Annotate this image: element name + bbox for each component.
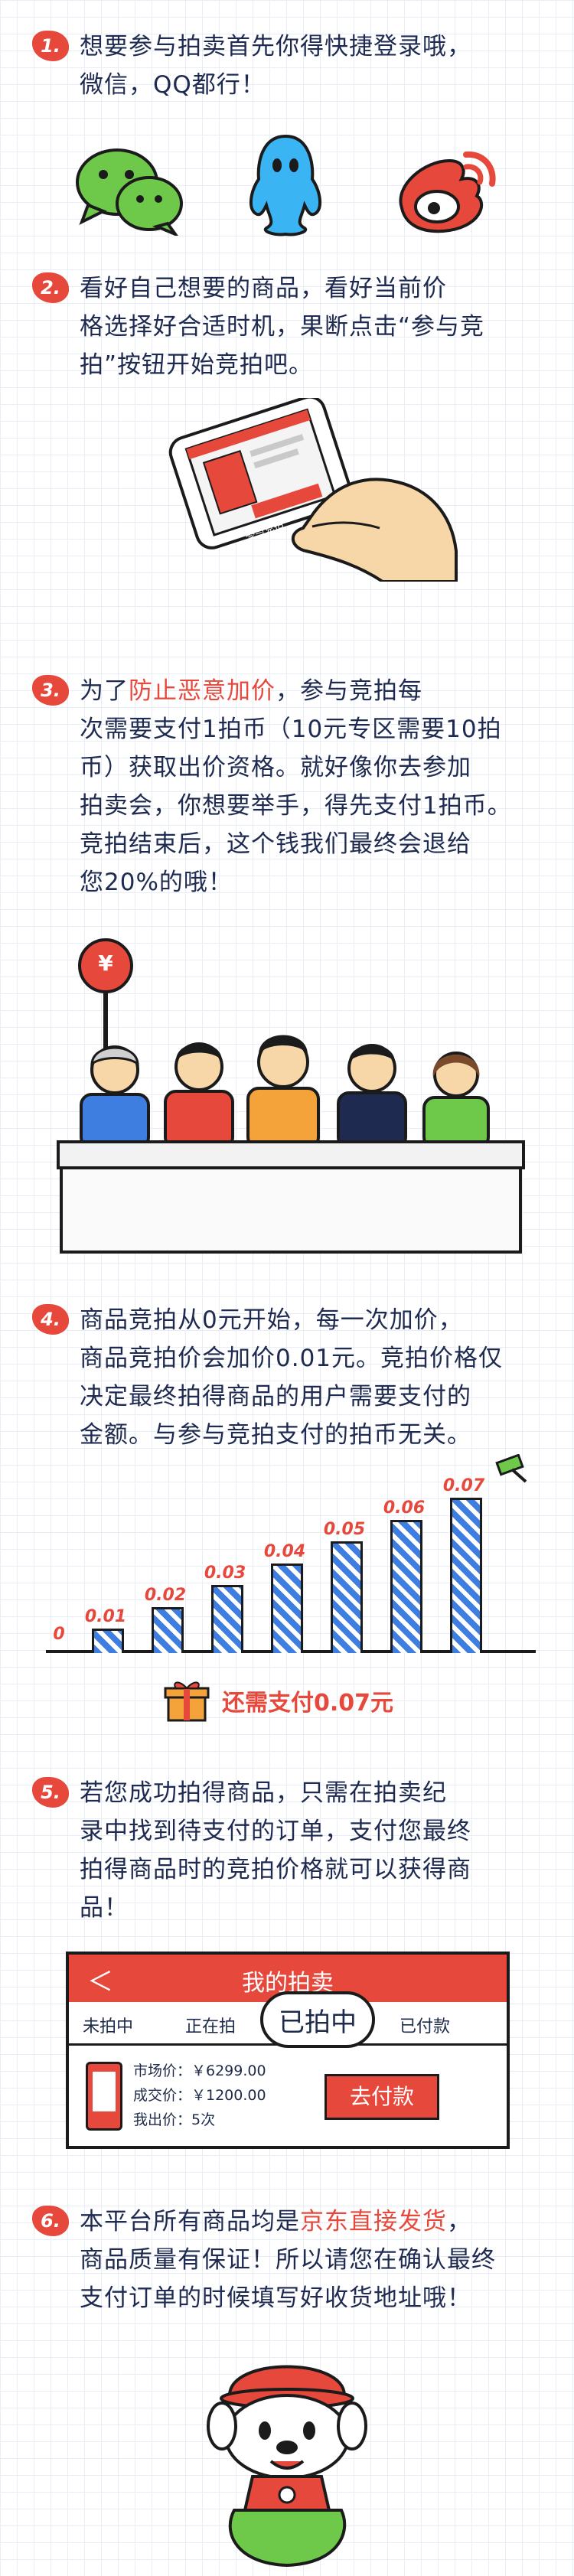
my-auction-screen: ＜ 我的拍卖 未拍中 正在拍 已拍中 已付款 市场价：￥6299.00 成交价：… <box>66 1952 510 2149</box>
gift-icon <box>164 1678 210 1723</box>
step-badge: 4. <box>32 1304 69 1335</box>
step-badge: 2. <box>32 272 69 303</box>
step-5: 5. 若您成功拍得商品，只需在拍卖纪 录中找到待支付的订单，支付您最终 拍得商品… <box>32 1774 471 1927</box>
bid-price-chart: 0 0.01 0.02 0.03 0.04 0.05 0.06 0.07 <box>46 1453 538 1653</box>
bar-value-label: 0.05 <box>323 1520 366 1539</box>
bar-value-label: 0.06 <box>383 1498 426 1518</box>
step-text: 商品竞拍从0元开始，每一次加价， 商品竞拍价会加价0.01元。竞拍价格仅 决定最… <box>80 1306 504 1449</box>
chart-bar <box>450 1498 482 1653</box>
origin-label: 0 <box>53 1625 65 1644</box>
bar-value-label: 0.01 <box>84 1607 127 1626</box>
bid-count: 我出价：5次 <box>133 2111 216 2128</box>
step-6: 6. 本平台所有商品均是京东直接发货， 商品质量有保证！所以请您在确认最终 支付… <box>32 2203 496 2317</box>
bar-value-label: 0.02 <box>144 1586 187 1605</box>
weibo-icon[interactable] <box>386 139 501 239</box>
deal-price: 成交价：￥1200.00 <box>133 2087 266 2104</box>
highlight-text: 防止恶意加价 <box>129 677 276 705</box>
pay-button[interactable]: 去付款 <box>325 2074 439 2120</box>
wechat-icon[interactable] <box>73 144 188 238</box>
tab-won[interactable]: 已拍中 <box>260 1991 375 2048</box>
tab-paid[interactable]: 已付款 <box>400 2013 450 2037</box>
chart-bar <box>390 1520 422 1653</box>
step-text: 看好自己想要的商品，看好当前价 格选择好合适时机，果断点击“参与竞 拍”按钮开始… <box>80 275 485 379</box>
step-text: 想要参与拍卖首先你得快捷登录哦， 微信，QQ都行！ <box>80 33 471 99</box>
order-info: 市场价：￥6299.00 成交价：￥1200.00 我出价：5次 <box>133 2059 266 2132</box>
chart-bar <box>271 1564 303 1653</box>
step-badge: 6. <box>32 2206 69 2236</box>
bar-value-label: 0.07 <box>442 1476 485 1495</box>
qq-icon[interactable] <box>243 132 328 239</box>
tab-bar: 未拍中 正在拍 已拍中 已付款 <box>69 1991 507 2048</box>
chart-bar <box>152 1607 184 1653</box>
chart-bar <box>331 1541 363 1653</box>
hand-phone-illustration: 参与竞拍 <box>153 395 459 583</box>
step-text: 若您成功拍得商品，只需在拍卖纪 录中找到待支付的订单，支付您最终 拍得商品时的竞… <box>80 1779 471 1922</box>
step-4: 4. 商品竞拍从0元开始，每一次加价， 商品竞拍价会加价0.01元。竞拍价格仅 … <box>32 1301 503 1454</box>
gavel-icon <box>492 1453 538 1485</box>
tab-bidding[interactable]: 正在拍 <box>185 2013 236 2037</box>
jd-mascot-illustration <box>191 2342 383 2571</box>
auction-table-illustration: ¥ <box>54 935 528 1257</box>
chart-bar <box>92 1629 124 1653</box>
step-3: 3. 为了防止恶意加价，参与竞拍每 次需要支付1拍币（10元专区需要10拍 币）… <box>32 672 512 902</box>
step-text: 为了防止恶意加价，参与竞拍每 次需要支付1拍币（10元专区需要10拍 币）获取出… <box>80 677 512 896</box>
market-price: 市场价：￥6299.00 <box>133 2062 266 2079</box>
tab-not-won[interactable]: 未拍中 <box>83 2013 133 2037</box>
bar-value-label: 0.04 <box>263 1542 306 1561</box>
still-pay-text: 还需支付0.07元 <box>222 1690 394 1717</box>
bar-value-label: 0.03 <box>204 1564 246 1583</box>
step-badge: 5. <box>32 1777 69 1808</box>
step-2: 2. 看好自己想要的商品，看好当前价 格选择好合适时机，果断点击“参与竞 拍”按… <box>32 269 484 384</box>
product-image <box>86 2062 122 2131</box>
step-text: 本平台所有商品均是京东直接发货， 商品质量有保证！所以请您在确认最终 支付订单的… <box>80 2208 496 2312</box>
step-badge: 1. <box>32 31 69 61</box>
step-1: 1. 想要参与拍卖首先你得快捷登录哦， 微信，QQ都行！ <box>32 28 471 104</box>
yuan-sign: ¥ <box>98 951 113 976</box>
chart-bar <box>211 1585 243 1653</box>
highlight-text: 京东直接发货 <box>300 2208 447 2235</box>
step-badge: 3. <box>32 675 69 706</box>
